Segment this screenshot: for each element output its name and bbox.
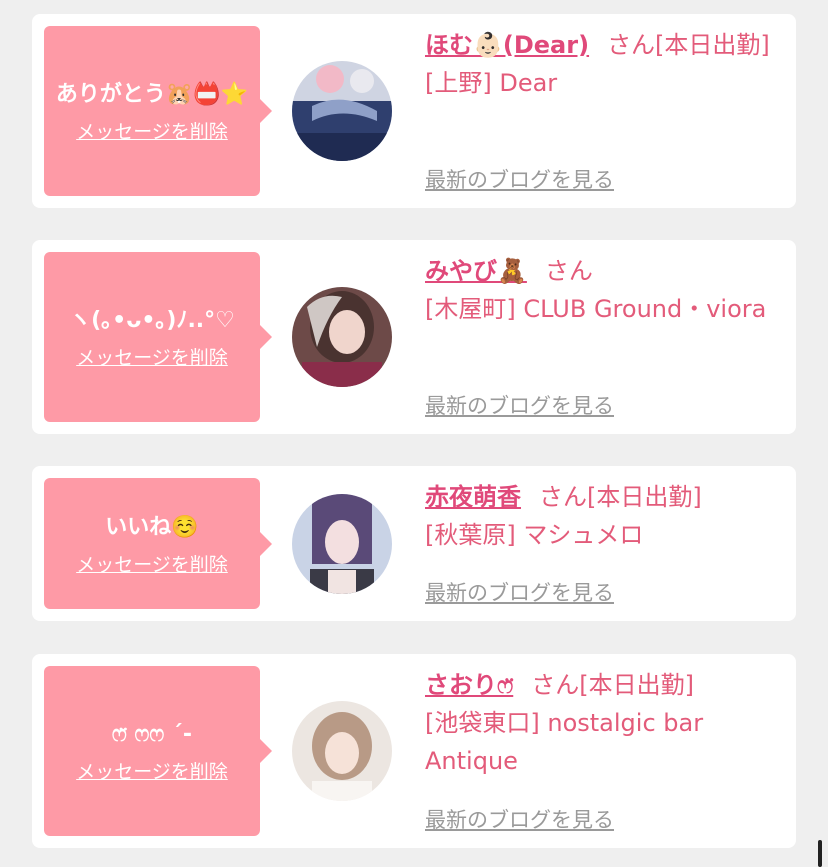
message-text: いいね☺️ bbox=[105, 514, 199, 540]
message-bubble: いいね☺️ メッセージを削除 bbox=[44, 478, 272, 609]
profile-name-link[interactable]: みやび🧸 bbox=[425, 257, 527, 285]
profile-info: さおりෆ̈ さん[本日出勤] [池袋東口] nostalgic bar Antiq… bbox=[425, 666, 775, 836]
profile-name-link[interactable]: ほむ👶🏻(Dear) bbox=[425, 31, 589, 59]
blog-link[interactable]: 最新のブログを見る bbox=[425, 577, 614, 607]
message-list: ありがとう🐹📛⭐️ メッセージを削除 ほむ👶🏻(Dear) さん[本日出勤] [上… bbox=[0, 0, 828, 867]
avatar-photo bbox=[292, 287, 392, 387]
profile-name-link[interactable]: さおりෆ̈ bbox=[425, 671, 513, 699]
delete-message-link[interactable]: メッセージを削除 bbox=[76, 759, 228, 785]
message-text: ヽ(｡•ᴗ•｡)ﾉ..°♡ bbox=[69, 308, 235, 333]
avatar-photo bbox=[292, 494, 392, 594]
delete-message-link[interactable]: メッセージを削除 bbox=[76, 552, 228, 578]
name-suffix: さん bbox=[544, 257, 593, 285]
avatar[interactable] bbox=[292, 61, 392, 161]
message-bubble: ෆ̈ ෆෆ ˊ- メッセージを削除 bbox=[44, 666, 272, 836]
message-card: ෆ̈ ෆෆ ˊ- メッセージを削除 さおりෆ̈ さん[本日出勤] [池袋東口] n… bbox=[32, 654, 796, 848]
name-line: みやび🧸 さん bbox=[425, 252, 775, 290]
name-suffix: さん[本日出勤] bbox=[539, 483, 702, 511]
profile-info: 赤夜萌香 さん[本日出勤] [秋葉原] マシュメロ 最新のブログを見る bbox=[425, 478, 775, 609]
shop-label: [池袋東口] nostalgic bar Antique bbox=[425, 709, 704, 775]
avatar-photo bbox=[292, 701, 392, 801]
avatar[interactable] bbox=[292, 494, 392, 594]
message-text: ෆ̈ ෆෆ ˊ- bbox=[111, 722, 193, 747]
blog-link[interactable]: 最新のブログを見る bbox=[425, 390, 614, 420]
blog-link[interactable]: 最新のブログを見る bbox=[425, 804, 614, 834]
name-suffix: さん[本日出勤] bbox=[531, 671, 694, 699]
avatar[interactable] bbox=[292, 287, 392, 387]
name-line: 赤夜萌香 さん[本日出勤] bbox=[425, 478, 775, 516]
message-bubble: ありがとう🐹📛⭐️ メッセージを削除 bbox=[44, 26, 272, 196]
name-line: さおりෆ̈ さん[本日出勤] bbox=[425, 666, 775, 704]
message-card: ありがとう🐹📛⭐️ メッセージを削除 ほむ👶🏻(Dear) さん[本日出勤] [上… bbox=[32, 14, 796, 208]
profile-info: ほむ👶🏻(Dear) さん[本日出勤] [上野] Dear 最新のブログを見る bbox=[425, 26, 775, 196]
message-card: ヽ(｡•ᴗ•｡)ﾉ..°♡ メッセージを削除 みやび🧸 さん [木屋町] CLUB… bbox=[32, 240, 796, 434]
profile-name-link[interactable]: 赤夜萌香 bbox=[425, 483, 521, 511]
name-line: ほむ👶🏻(Dear) さん[本日出勤] bbox=[425, 26, 775, 64]
name-suffix: さん[本日出勤] bbox=[607, 31, 770, 59]
message-bubble: ヽ(｡•ᴗ•｡)ﾉ..°♡ メッセージを削除 bbox=[44, 252, 272, 422]
avatar[interactable] bbox=[292, 701, 392, 801]
shop-label: [木屋町] CLUB Ground・viora bbox=[425, 295, 767, 323]
avatar-photo bbox=[292, 61, 392, 161]
message-text: ありがとう🐹📛⭐️ bbox=[55, 82, 249, 107]
profile-info: みやび🧸 さん [木屋町] CLUB Ground・viora 最新のブログを見る bbox=[425, 252, 775, 422]
shop-label: [上野] Dear bbox=[425, 69, 558, 97]
message-card: いいね☺️ メッセージを削除 赤夜萌香 さん[本日出勤] [秋葉原] マシュメロ … bbox=[32, 466, 796, 621]
delete-message-link[interactable]: メッセージを削除 bbox=[76, 119, 228, 145]
delete-message-link[interactable]: メッセージを削除 bbox=[76, 345, 228, 371]
scrollbar-thumb[interactable] bbox=[818, 840, 822, 867]
blog-link[interactable]: 最新のブログを見る bbox=[425, 164, 614, 194]
shop-label: [秋葉原] マシュメロ bbox=[425, 521, 644, 549]
